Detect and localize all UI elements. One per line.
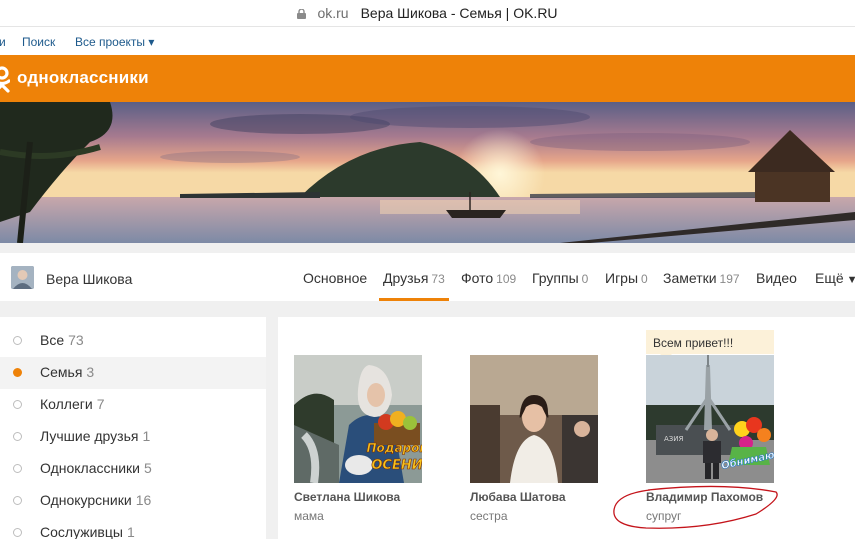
ok-logo-icon[interactable] — [0, 66, 10, 93]
friends-category-sidebar: Все 73 Семья 3 Коллеги 7 Лучшие друзья 1 Одн… — [0, 317, 266, 539]
tab-games[interactable]: Игры 0 — [605, 270, 648, 286]
tab-photos[interactable]: Фото 109 — [461, 270, 516, 286]
caret-down-icon: ▼ — [846, 274, 855, 286]
friend-card: Любава Шатова сестра — [470, 355, 630, 523]
radio-dot-icon — [13, 336, 22, 345]
radio-dot-icon — [13, 528, 22, 537]
browser-title-bar: ok.ru Вера Шикова - Семья | OK.RU — [0, 0, 855, 27]
status-bubble: Всем привет!!! — [646, 330, 774, 360]
friend-photo[interactable]: АЗИЯ Обнимаю! — [646, 355, 774, 483]
sidebar-item-label: Сослуживцы 1 — [40, 524, 135, 539]
sidebar-item-label: Все 73 — [40, 332, 84, 348]
site-header: одноклассники — [0, 55, 855, 102]
svg-text:Подарок: Подарок — [366, 441, 422, 455]
radio-dot-icon — [13, 400, 22, 409]
friend-name[interactable]: Любава Шатова — [470, 490, 630, 504]
top-link-search[interactable]: Поиск — [22, 35, 55, 49]
browser-page-title: Вера Шикова - Семья | OK.RU — [360, 5, 558, 21]
top-links-bar: и Поиск Все проекты ▾ — [0, 27, 855, 55]
tab-count: 73 — [431, 272, 445, 286]
radio-dot-icon — [13, 496, 22, 505]
profile-tab-bar: Вера Шикова Основное Друзья 73 Фото 109 Гр… — [0, 253, 855, 301]
radio-dot-icon — [13, 368, 22, 377]
friend-photo[interactable]: Подарок ОСЕНИ — [294, 355, 422, 483]
browser-domain: ok.ru — [317, 5, 349, 21]
radio-dot-icon — [13, 432, 22, 441]
tab-label: Игры — [605, 270, 639, 286]
friend-relation: сестра — [470, 509, 508, 523]
friends-list: Всем привет!!! Подарок ОСЕНИ Светлана Ши… — [278, 317, 855, 539]
sidebar-item-label: Одноклассники 5 — [40, 460, 152, 476]
tab-notes[interactable]: Заметки 197 — [663, 270, 740, 286]
tab-label: Основное — [303, 270, 368, 286]
sidebar-item-all[interactable]: Все 73 — [0, 325, 266, 357]
tab-label: Группы — [532, 270, 579, 286]
sidebar-item-coworkers[interactable]: Сослуживцы 1 — [0, 517, 266, 539]
friend-card: Подарок ОСЕНИ Светлана Шикова мама — [294, 355, 454, 523]
sidebar-item-classmates[interactable]: Одноклассники 5 — [0, 453, 266, 485]
lock-icon — [297, 9, 307, 19]
friend-name[interactable]: Владимир Пахомов — [646, 490, 806, 504]
sidebar-item-label: Лучшие друзья 1 — [40, 428, 151, 444]
sidebar-item-colleagues[interactable]: Коллеги 7 — [0, 389, 266, 421]
tab-label: Ещё — [815, 270, 844, 286]
radio-dot-icon — [13, 464, 22, 473]
sidebar-item-coursemates[interactable]: Однокурсники 16 — [0, 485, 266, 517]
friend-photo[interactable] — [470, 355, 598, 483]
sidebar-item-label: Однокурсники 16 — [40, 492, 152, 508]
profile-name[interactable]: Вера Шикова — [46, 271, 132, 287]
svg-text:ОСЕНИ: ОСЕНИ — [371, 458, 422, 473]
tab-video[interactable]: Видео — [756, 270, 797, 286]
active-tab-indicator — [379, 298, 449, 301]
tab-label: Видео — [756, 270, 797, 286]
tab-count: 109 — [496, 272, 517, 286]
logo-text[interactable]: одноклассники — [17, 68, 149, 88]
sidebar-item-label: Семья 3 — [40, 364, 95, 380]
tab-friends[interactable]: Друзья 73 — [383, 270, 445, 286]
avatar[interactable] — [11, 266, 34, 289]
tab-label: Друзья — [383, 270, 429, 286]
tab-count: 0 — [581, 272, 589, 286]
sidebar-item-label: Коллеги 7 — [40, 396, 105, 412]
tab-more[interactable]: Ещё ▼ — [815, 270, 855, 286]
svg-text:АЗИЯ: АЗИЯ — [664, 435, 684, 443]
tab-count: 197 — [719, 272, 740, 286]
tab-label: Заметки — [663, 270, 717, 286]
tab-groups[interactable]: Группы 0 — [532, 270, 588, 286]
top-link-cut[interactable]: и — [0, 35, 6, 49]
profile-cover-image — [0, 102, 855, 243]
friend-card: АЗИЯ Обнимаю! Владимир Пахомов супруг — [646, 355, 806, 523]
friend-name[interactable]: Светлана Шикова — [294, 490, 454, 504]
sidebar-item-family[interactable]: Семья 3 — [0, 357, 266, 389]
tab-main[interactable]: Основное — [303, 270, 367, 286]
sidebar-item-best-friends[interactable]: Лучшие друзья 1 — [0, 421, 266, 453]
top-link-all-projects[interactable]: Все проекты ▾ — [75, 35, 154, 49]
friend-relation: мама — [294, 509, 324, 523]
tab-label: Фото — [461, 270, 494, 286]
tab-count: 0 — [641, 272, 648, 286]
friend-relation: супруг — [646, 509, 682, 523]
